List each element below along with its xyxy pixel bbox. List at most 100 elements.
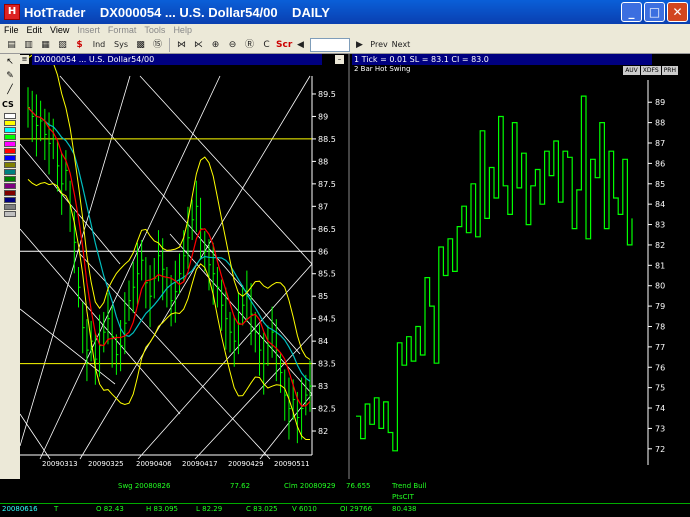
color-swatch[interactable]: [4, 176, 16, 182]
color-swatch[interactable]: [4, 162, 16, 168]
cs-label[interactable]: CS: [2, 100, 18, 109]
pencil-icon[interactable]: ✎: [3, 70, 17, 82]
swing-axis-label: 78: [655, 322, 665, 331]
prev-button[interactable]: Prev: [369, 38, 389, 52]
points-cit-label: PtsCIT: [392, 493, 414, 501]
swing-chart[interactable]: 89 88 87 86 85 84 83 82 81 80 79 78 77 76 75 74 73 72: [352, 54, 690, 479]
refresh-icon[interactable]: Ⓡ: [242, 38, 257, 52]
tab-auv[interactable]: AUV: [623, 66, 640, 75]
tab-xdfs[interactable]: XDFS: [640, 66, 661, 75]
menu-help[interactable]: Help: [169, 25, 196, 35]
color-swatch[interactable]: [4, 190, 16, 196]
price-axis-label: 89.5: [318, 90, 336, 99]
next-button[interactable]: Next: [391, 38, 411, 52]
price-chart-panel[interactable]: 89.5 89 88.5 88 87.5 87 86.5 86 85.5 85 84.5 84 83.5…: [19, 48, 350, 479]
app-icon[interactable]: H: [4, 4, 20, 20]
date-axis-label: 20090313: [42, 460, 78, 468]
color-swatch[interactable]: [4, 113, 16, 119]
swing-axis-label: 77: [655, 343, 665, 352]
title-bar: H HotTrader DX000054 ... U.S. Dollar54/0…: [0, 0, 690, 24]
date-axis-label: 20090511: [274, 460, 310, 468]
save-icon[interactable]: ▦: [38, 38, 53, 52]
swing-axis-label: 86: [655, 159, 665, 168]
minimize-button[interactable]: _: [621, 2, 642, 22]
compress-icon[interactable]: ⋈: [174, 38, 189, 52]
swing-axis-label: 88: [655, 119, 665, 128]
climax-value: 76.655: [346, 482, 371, 490]
dollar-icon[interactable]: $: [72, 38, 87, 52]
price-axis-label: 83.5: [318, 360, 336, 369]
color-swatch[interactable]: [4, 134, 16, 140]
trend-label: Trend Bull: [392, 482, 427, 490]
scroll-label: Scr: [276, 39, 293, 50]
color-swatch[interactable]: [4, 148, 16, 154]
system-icon[interactable]: Sys: [111, 38, 131, 52]
right-panel-tabs: AUV XDFS PRH: [623, 66, 678, 75]
menu-format[interactable]: Format: [104, 25, 141, 35]
color-swatch[interactable]: [4, 204, 16, 210]
quote-last: 80.438: [392, 505, 417, 513]
panel-menu-icon[interactable]: ≡: [20, 55, 29, 64]
scroll-right-icon[interactable]: ▶: [352, 38, 367, 52]
color-swatch[interactable]: [4, 211, 16, 217]
color-swatch[interactable]: [4, 169, 16, 175]
swing-axis-label: 85: [655, 180, 665, 189]
swing-axis-label: 79: [655, 302, 665, 311]
date-axis-label: 20090406: [136, 460, 172, 468]
zoom-out-icon[interactable]: ⊖: [225, 38, 240, 52]
left-tool-strip: ↖ ✎ ╱ CS: [0, 54, 20, 479]
swing-axis-label: 74: [655, 404, 665, 413]
color-swatch[interactable]: [4, 141, 16, 147]
zoom-in-icon[interactable]: ⊕: [208, 38, 223, 52]
menu-tools[interactable]: Tools: [140, 25, 169, 35]
quote-close: C 83.025: [246, 505, 278, 513]
price-chart[interactable]: 89.5 89 88.5 88 87.5 87 86.5 86 85.5 85 84.5 84 83.5…: [19, 48, 350, 479]
swing-axis-label: 72: [655, 445, 665, 454]
right-panel-study: 2 Bar Hot Swing: [354, 65, 411, 73]
price-axis-label: 85: [318, 292, 328, 301]
scroll-input[interactable]: [310, 37, 350, 52]
open-icon[interactable]: ▥: [21, 38, 36, 52]
trend-line: [19, 413, 51, 460]
swing-axis-label: 82: [655, 241, 665, 250]
line-icon[interactable]: ╱: [3, 84, 17, 96]
color-palette: [0, 113, 20, 217]
indicator-icon[interactable]: Ind: [89, 38, 109, 52]
price-axis-label: 88.5: [318, 135, 336, 144]
window-title: HotTrader DX000054 ... U.S. Dollar54/00 …: [24, 4, 330, 20]
grid-icon[interactable]: ▩: [133, 38, 148, 52]
climax-date: Clm 20080929: [284, 482, 336, 490]
tab-prh[interactable]: PRH: [661, 66, 678, 75]
right-panel-info: 1 Tick = 0.01 SL = 83.1 CI = 83.0: [352, 54, 652, 65]
price-axis-label: 82: [318, 427, 328, 436]
price-axis-label: 85.5: [318, 270, 336, 279]
menu-view[interactable]: View: [46, 25, 73, 35]
menu-insert[interactable]: Insert: [73, 25, 104, 35]
price-axis-label: 83: [318, 382, 328, 391]
color-swatch[interactable]: [4, 183, 16, 189]
menu-edit[interactable]: Edit: [23, 25, 47, 35]
color-swatch[interactable]: [4, 127, 16, 133]
pointer-icon[interactable]: ↖: [3, 56, 17, 68]
color-swatch[interactable]: [4, 155, 16, 161]
price-axis-label: 89: [318, 112, 328, 121]
scroll-left-icon[interactable]: ◀: [293, 38, 308, 52]
menu-file[interactable]: File: [0, 25, 23, 35]
print-icon[interactable]: ▧: [55, 38, 70, 52]
swing-line: [356, 95, 633, 452]
color-swatch[interactable]: [4, 120, 16, 126]
expand-icon[interactable]: ⋉: [191, 38, 206, 52]
quote-high: H 83.095: [146, 505, 178, 513]
maximize-button[interactable]: □: [644, 2, 665, 22]
close-button[interactable]: ✕: [667, 2, 688, 22]
swing-axis-label: 81: [655, 261, 665, 270]
swing-chart-panel[interactable]: 89 88 87 86 85 84 83 82 81 80 79 78 77 76 75 74 73 72 1 T…: [352, 54, 690, 479]
color-swatch[interactable]: [4, 197, 16, 203]
cursor-icon[interactable]: C: [259, 38, 274, 52]
fifteen-icon[interactable]: ⑮: [150, 38, 165, 52]
new-chart-icon[interactable]: ▤: [4, 38, 19, 52]
quote-oi: OI 29766: [340, 505, 373, 513]
swing-axis-label: 73: [655, 424, 665, 433]
panel-minimize-icon[interactable]: –: [335, 55, 344, 64]
date-axis-label: 20090325: [88, 460, 124, 468]
